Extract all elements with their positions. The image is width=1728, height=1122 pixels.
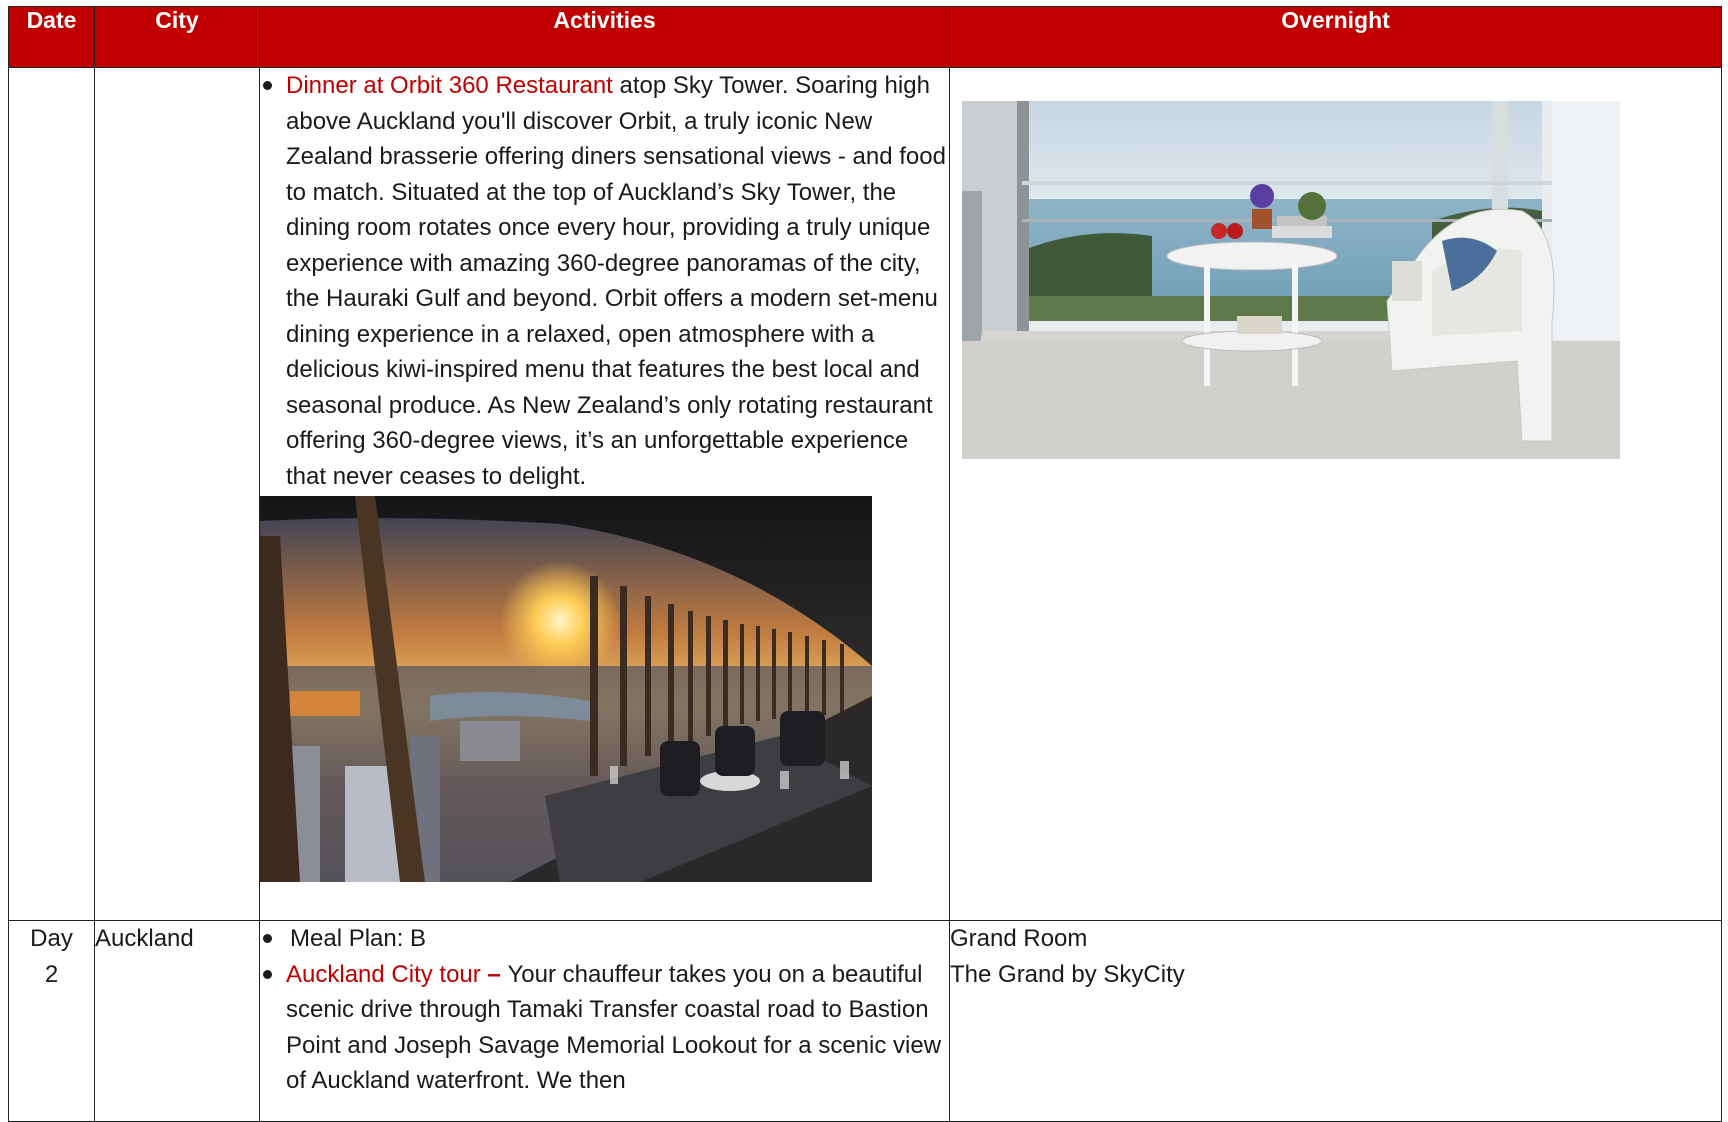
hotel-balcony-photo — [962, 101, 1620, 459]
date-cell-empty — [8, 67, 95, 921]
itinerary-page: Date City Activities Overnight Dinner at… — [0, 0, 1728, 1122]
activity-list: Meal Plan: B Auckland City tour – Your c… — [260, 921, 949, 1099]
header-row: Date City Activities Overnight — [8, 6, 1722, 68]
activities-cell: Dinner at Orbit 360 Restaurant atop Sky … — [259, 67, 950, 921]
meal-plan: Meal Plan: B — [290, 925, 427, 952]
list-item: Dinner at Orbit 360 Restaurant atop Sky … — [260, 68, 949, 494]
table-row: Dinner at Orbit 360 Restaurant atop Sky … — [8, 67, 1722, 921]
activity-list: Dinner at Orbit 360 Restaurant atop Sky … — [260, 68, 949, 494]
itinerary-table: Date City Activities Overnight Dinner at… — [8, 6, 1722, 1122]
date-cell: Day 2 — [8, 920, 95, 1122]
auckland-city-tour-link[interactable]: Auckland City tour — [286, 961, 481, 988]
list-item: Auckland City tour – Your chauffeur take… — [260, 957, 949, 1099]
room-type: Grand Room — [950, 925, 1088, 952]
hotel-name: The Grand by SkyCity — [950, 960, 1185, 988]
bullet-icon — [263, 934, 272, 943]
overnight-cell — [949, 67, 1722, 921]
header-overnight: Overnight — [949, 6, 1722, 68]
bullet-icon — [263, 81, 272, 90]
tour-dash: – — [480, 960, 508, 988]
orbit-restaurant-link[interactable]: Dinner at Orbit 360 Restaurant — [286, 72, 613, 99]
day-label: Day — [30, 925, 73, 952]
header-date: Date — [8, 6, 95, 68]
overnight-cell: Grand Room The Grand by SkyCity — [949, 920, 1722, 1122]
header-city: City — [94, 6, 260, 68]
header-activities: Activities — [259, 6, 950, 68]
bullet-icon — [263, 969, 272, 979]
list-item: Meal Plan: B — [260, 921, 949, 957]
orbit-description: atop Sky Tower. Soaring high above Auckl… — [286, 72, 946, 490]
activities-cell: Meal Plan: B Auckland City tour – Your c… — [259, 920, 950, 1122]
orbit-restaurant-photo — [260, 496, 872, 882]
day-number: 2 — [44, 960, 59, 988]
city-cell: Auckland — [94, 920, 260, 1122]
table-row: Day 2 Auckland Meal Plan: B Auckland Cit… — [8, 920, 1722, 1122]
city-cell-empty — [94, 67, 260, 921]
